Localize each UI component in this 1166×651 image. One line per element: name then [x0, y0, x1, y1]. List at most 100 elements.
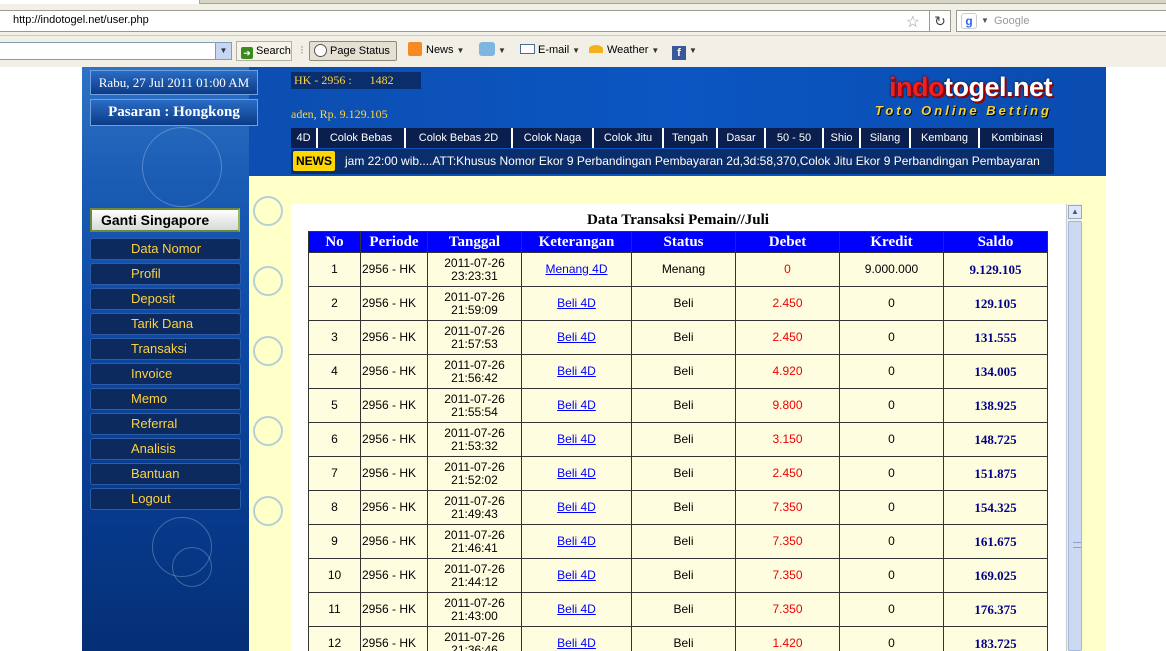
- table-row: 11 2956 - HK 2011-07-26 21:43:00 Beli 4D Beli…: [308, 592, 1048, 627]
- cell-keterangan-link[interactable]: Beli 4D: [521, 524, 632, 559]
- chevron-down-icon: ▼: [689, 46, 697, 55]
- web-slice-button[interactable]: ▼: [479, 41, 506, 61]
- menu-item-memo[interactable]: Memo: [90, 388, 241, 410]
- news-button[interactable]: News ▼: [408, 41, 464, 61]
- cell-status: Beli: [631, 286, 736, 321]
- cell-keterangan-link[interactable]: Beli 4D: [521, 354, 632, 389]
- game-tab-4d[interactable]: 4D: [291, 128, 318, 148]
- game-tab-shio[interactable]: Shio: [824, 128, 861, 148]
- address-bar[interactable]: http://indotogel.net/user.php ☆ ▼: [0, 10, 951, 32]
- toolbar-search-button[interactable]: ➜ Search: [236, 41, 292, 61]
- col-header-tanggal: Tanggal: [427, 231, 522, 253]
- cell-tanggal-time: 21:46:41: [451, 540, 498, 555]
- table-row: 9 2956 - HK 2011-07-26 21:46:41 Beli 4D Beli 7…: [308, 524, 1048, 559]
- cell-no: 4: [308, 354, 361, 389]
- active-tab-edge[interactable]: [0, 0, 200, 4]
- cell-kredit: 0: [839, 524, 944, 559]
- scroll-up-icon[interactable]: ▲: [1068, 205, 1082, 219]
- cell-tanggal-date: 2011-07-26: [444, 323, 505, 338]
- result-period: HK - 2956 :: [294, 73, 352, 87]
- cell-debet: 2.450: [735, 286, 840, 321]
- game-tab-50-50[interactable]: 50 - 50: [766, 128, 824, 148]
- cell-status: Beli: [631, 320, 736, 355]
- cell-tanggal: 2011-07-26 21:43:00: [427, 592, 522, 627]
- cell-no: 8: [308, 490, 361, 525]
- search-box[interactable]: g ▼ Google: [956, 10, 1166, 32]
- game-tab-colok-bebas[interactable]: Colok Bebas: [318, 128, 406, 148]
- menu-item-transaksi[interactable]: Transaksi: [90, 338, 241, 360]
- facebook-icon: f: [672, 46, 686, 60]
- content-scrollbar[interactable]: ▲: [1066, 204, 1082, 651]
- menu-item-bantuan[interactable]: Bantuan: [90, 463, 241, 485]
- web-page: Rabu, 27 Jul 2011 01:00 AM Pasaran : Hon…: [0, 67, 1166, 651]
- cell-keterangan-link[interactable]: Beli 4D: [521, 456, 632, 491]
- switch-market-button[interactable]: Ganti Singapore: [90, 208, 240, 232]
- weather-label: Weather: [607, 44, 649, 56]
- address-bar-url[interactable]: http://indotogel.net/user.php: [13, 14, 149, 26]
- menu-item-logout[interactable]: Logout: [90, 488, 241, 510]
- game-tab-dasar[interactable]: Dasar: [718, 128, 766, 148]
- page-status-button[interactable]: Page Status: [309, 41, 397, 61]
- cell-tanggal: 2011-07-26 21:55:54: [427, 388, 522, 423]
- cell-kredit: 0: [839, 456, 944, 491]
- chevron-down-icon[interactable]: ▼: [215, 43, 231, 59]
- game-tab-colok-bebas-2d[interactable]: Colok Bebas 2D: [406, 128, 513, 148]
- facebook-button[interactable]: f ▼: [672, 41, 697, 61]
- menu-item-invoice[interactable]: Invoice: [90, 363, 241, 385]
- game-tab-silang[interactable]: Silang: [861, 128, 911, 148]
- cell-keterangan-link[interactable]: Beli 4D: [521, 286, 632, 321]
- menu-item-profil[interactable]: Profil: [90, 263, 241, 285]
- cell-no: 3: [308, 320, 361, 355]
- cell-keterangan-link[interactable]: Beli 4D: [521, 592, 632, 627]
- logo-tagline: Toto Online Betting: [874, 103, 1052, 118]
- cell-keterangan-link[interactable]: Menang 4D: [521, 252, 632, 287]
- cell-no: 5: [308, 388, 361, 423]
- game-tab-kombinasi[interactable]: Kombinasi: [980, 128, 1054, 148]
- cell-tanggal-date: 2011-07-26: [444, 391, 505, 406]
- chevron-down-icon: ▼: [498, 46, 506, 55]
- bookmark-star-icon[interactable]: ☆: [906, 12, 920, 32]
- menu-item-deposit[interactable]: Deposit: [90, 288, 241, 310]
- cell-periode: 2956 - HK: [360, 490, 428, 525]
- transaction-panel: Data Transaksi Pemain//Juli No Periode T…: [291, 204, 1065, 651]
- game-tab-colok-jitu[interactable]: Colok Jitu: [594, 128, 664, 148]
- table-row: 8 2956 - HK 2011-07-26 21:49:43 Beli 4D Beli 7…: [308, 490, 1048, 525]
- menu-item-data-nomor[interactable]: Data Nomor: [90, 238, 241, 260]
- cell-tanggal: 2011-07-26 21:56:42: [427, 354, 522, 389]
- game-tab-colok-naga[interactable]: Colok Naga: [513, 128, 594, 148]
- game-tab-tengah[interactable]: Tengah: [664, 128, 718, 148]
- cell-keterangan-link[interactable]: Beli 4D: [521, 626, 632, 651]
- cell-keterangan-link[interactable]: Beli 4D: [521, 422, 632, 457]
- cell-saldo: 148.725: [943, 422, 1048, 457]
- email-button[interactable]: E-mail ▼: [520, 41, 580, 61]
- site-logo[interactable]: indotogel.net Toto Online Betting: [860, 72, 1053, 118]
- cell-status: Beli: [631, 456, 736, 491]
- reload-icon[interactable]: ↻: [929, 10, 951, 32]
- cell-kredit: 0: [839, 320, 944, 355]
- cell-debet: 2.450: [735, 456, 840, 491]
- cell-periode: 2956 - HK: [360, 252, 428, 287]
- game-tab-kembang[interactable]: Kembang: [911, 128, 980, 148]
- cell-keterangan-link[interactable]: Beli 4D: [521, 558, 632, 593]
- scroll-thumb[interactable]: [1068, 221, 1082, 651]
- menu-item-analisis[interactable]: Analisis: [90, 438, 241, 460]
- menu-item-tarik-dana[interactable]: Tarik Dana: [90, 313, 241, 335]
- cell-keterangan-link[interactable]: Beli 4D: [521, 490, 632, 525]
- news-text[interactable]: jam 22:00 wib....ATT:Khusus Nomor Ekor 9…: [345, 154, 1040, 168]
- cell-kredit: 0: [839, 286, 944, 321]
- cell-status: Beli: [631, 592, 736, 627]
- cell-keterangan-link[interactable]: Beli 4D: [521, 388, 632, 423]
- weather-button[interactable]: Weather ▼: [589, 41, 659, 61]
- table-row: 6 2956 - HK 2011-07-26 21:53:32 Beli 4D Beli 3…: [308, 422, 1048, 457]
- transaction-title: Data Transaksi Pemain//Juli: [587, 212, 769, 228]
- cell-status: Beli: [631, 388, 736, 423]
- floral-border: [249, 176, 289, 576]
- cell-tanggal: 2011-07-26 21:53:32: [427, 422, 522, 457]
- menu-item-referral[interactable]: Referral: [90, 413, 241, 435]
- cell-saldo: 183.725: [943, 626, 1048, 651]
- google-icon[interactable]: g: [961, 13, 977, 29]
- toolbar-search-input[interactable]: ▼: [0, 42, 232, 60]
- search-placeholder: Google: [994, 15, 1030, 27]
- cell-keterangan-link[interactable]: Beli 4D: [521, 320, 632, 355]
- search-engine-dropdown-icon[interactable]: ▼: [981, 16, 989, 25]
